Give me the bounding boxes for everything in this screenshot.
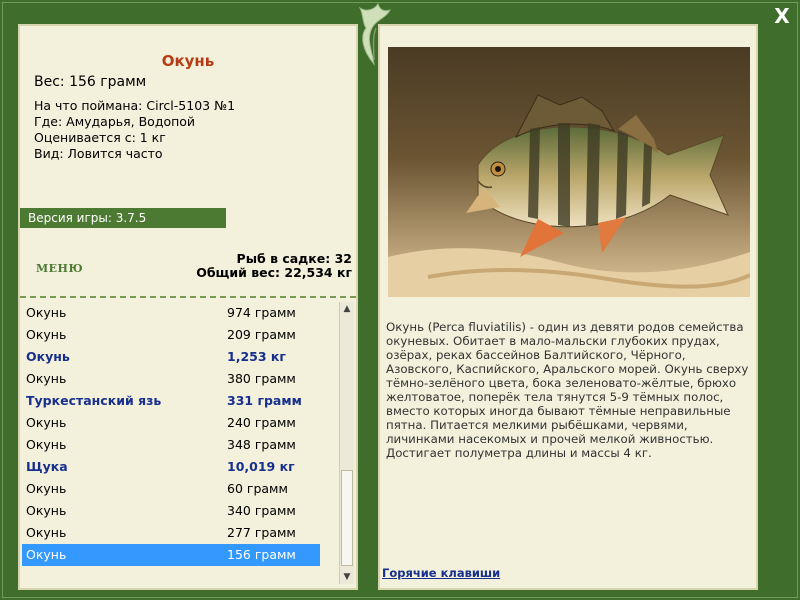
total-weight-text: Общий вес: 22,534 кг	[196, 265, 352, 280]
catch-name: Окунь	[26, 481, 67, 496]
catch-weight: 974 грамм	[227, 305, 296, 320]
scrollbar-thumb[interactable]	[341, 470, 353, 566]
list-item[interactable]: Окунь 974 грамм	[22, 302, 320, 324]
catch-weight: 340 грамм	[227, 503, 296, 518]
list-item[interactable]: Окунь 209 грамм	[22, 324, 320, 346]
list-item[interactable]: Окунь 340 грамм	[22, 500, 320, 522]
fish-weight: Вес: 156 грамм	[34, 74, 147, 90]
catch-weight: 10,019 кг	[227, 459, 295, 474]
list-item[interactable]: Окунь 380 грамм	[22, 368, 320, 390]
fish-details: На что поймана: Circl-5103 №1 Где: Амуда…	[34, 98, 235, 162]
fish-title: Окунь	[161, 52, 215, 70]
catch-name: Окунь	[26, 437, 67, 452]
catch-name: Окунь	[26, 371, 67, 386]
game-version-bar: Версия игры: 3.7.5	[20, 208, 226, 228]
catch-name: Окунь	[26, 327, 67, 342]
rated-from-text: Оценивается с: 1 кг	[34, 130, 166, 145]
list-item[interactable]: Окунь 240 грамм	[22, 412, 320, 434]
fish-info-panel: Окунь Вес: 156 грамм На что поймана: Cir…	[18, 24, 358, 590]
caught-with-text: На что поймана: Circl-5103 №1	[34, 98, 236, 113]
catch-list-scrollbar[interactable]: ▲ ▼	[339, 302, 354, 584]
fish-count-text: Рыб в садке: 32	[236, 251, 352, 266]
catch-weight: 380 грамм	[227, 371, 296, 386]
catch-name: Туркестанский язь	[26, 393, 162, 408]
scroll-down-arrow-icon[interactable]: ▼	[340, 570, 354, 584]
list-item[interactable]: Окунь 60 грамм	[22, 478, 320, 500]
catch-name: Щука	[26, 459, 68, 474]
catch-weight: 209 грамм	[227, 327, 296, 342]
list-item[interactable]: Туркестанский язь 331 грамм	[22, 390, 320, 412]
catch-weight: 156 грамм	[227, 547, 296, 562]
catch-name: Окунь	[26, 305, 67, 320]
catch-weight: 1,253 кг	[227, 349, 286, 364]
list-item[interactable]: Щука 10,019 кг	[22, 456, 320, 478]
fish-description-panel: Окунь (Perca fluviatilis) - один из девя…	[378, 24, 758, 590]
fish-photo	[388, 47, 750, 297]
catch-weight: 348 грамм	[227, 437, 296, 452]
catch-name: Окунь	[26, 503, 67, 518]
scroll-up-arrow-icon[interactable]: ▲	[340, 302, 354, 316]
game-window-frame: X Окунь Вес: 156 грамм На что поймана: C…	[0, 0, 800, 600]
catch-weight: 331 грамм	[227, 393, 302, 408]
catch-weight: 60 грамм	[227, 481, 288, 496]
dashed-divider	[20, 296, 356, 298]
list-item[interactable]: Окунь 1,253 кг	[22, 346, 320, 368]
catch-name: Окунь	[26, 525, 67, 540]
catch-weight: 277 грамм	[227, 525, 296, 540]
close-icon[interactable]: X	[772, 6, 792, 26]
catch-name: Окунь	[26, 415, 67, 430]
location-text: Где: Амударья, Водопой	[34, 114, 196, 129]
catch-weight: 240 грамм	[227, 415, 296, 430]
catch-name: Окунь	[26, 349, 70, 364]
species-note-text: Вид: Ловится часто	[34, 146, 163, 161]
fish-description: Окунь (Perca fluviatilis) - один из девя…	[386, 320, 749, 460]
list-item[interactable]: Окунь 277 грамм	[22, 522, 320, 544]
catch-list[interactable]: Окунь 974 грамм Окунь 209 грамм Окунь 1,253…	[22, 302, 320, 584]
list-item-selected[interactable]: Окунь 156 грамм	[22, 544, 320, 566]
hotkeys-link[interactable]: Горячие клавиши	[382, 566, 500, 580]
list-item[interactable]: Окунь 348 грамм	[22, 434, 320, 456]
perch-image	[388, 47, 750, 297]
catch-name: Окунь	[26, 547, 67, 562]
keepnet-stats: Рыб в садке: 32 Общий вес: 22,534 кг	[196, 252, 352, 280]
menu-button[interactable]: МЕНЮ	[36, 262, 83, 275]
